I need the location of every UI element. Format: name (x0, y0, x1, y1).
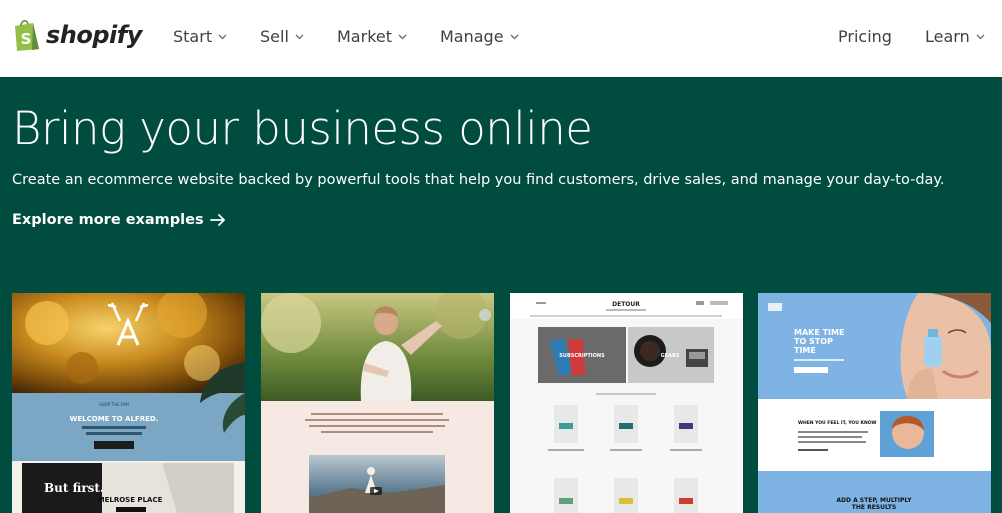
chevron-down-icon (510, 34, 519, 39)
nav-item-start[interactable]: Start (173, 27, 227, 46)
headline-line-1: MAKE TIME (794, 328, 844, 337)
nav-item-sell[interactable]: Sell (260, 27, 304, 46)
nav-item-label: Market (337, 27, 392, 46)
top-nav: S shopify Start Sell Market Manage Prici… (0, 0, 1002, 77)
nav-item-label: Manage (440, 27, 504, 46)
nav-item-label: Sell (260, 27, 289, 46)
shopify-logo[interactable]: S shopify (12, 18, 142, 52)
headline-line-2: TO STOP (794, 337, 833, 346)
example-store-card-alfred[interactable]: SHOP THE FAM WELCOME TO ALFRED. But firs… (12, 293, 245, 513)
explore-label: Explore more examples (12, 212, 204, 228)
melrose-text: MELROSE PLACE (98, 496, 163, 504)
beauty-store-screenshot: MAKE TIME TO STOP TIME WHEN YOU FEEL IT,… (758, 293, 991, 513)
but-first-text: But first. (44, 481, 104, 495)
small-label: SHOP THE FAM (99, 402, 129, 407)
lifestyle-store-screenshot (261, 293, 494, 513)
nav-item-learn[interactable]: Learn (925, 27, 985, 46)
nav-pricing-link[interactable]: Pricing (838, 27, 892, 46)
hero-subtitle: Create an ecommerce website backed by po… (12, 172, 945, 188)
svg-text:S: S (21, 30, 32, 48)
shopping-bag-icon: S (15, 20, 39, 51)
when-title: WHEN YOU FEEL IT, YOU KNOW (798, 420, 877, 426)
alfred-store-screenshot: SHOP THE FAM WELCOME TO ALFRED. But firs… (12, 293, 245, 513)
page-title: Bring your business online (12, 102, 593, 155)
example-store-card-detour[interactable]: DETOUR SUBSCRIPTIONS GEARS (510, 293, 743, 513)
gears-text: GEARS (661, 353, 680, 359)
arrow-right-icon (209, 214, 225, 226)
detour-store-screenshot: DETOUR SUBSCRIPTIONS GEARS (510, 293, 743, 513)
chevron-down-icon (398, 34, 407, 39)
logo-wordmark: shopify (46, 21, 142, 49)
subscriptions-text: SUBSCRIPTIONS (559, 353, 605, 359)
brand-text: DETOUR (612, 301, 640, 308)
nav-item-label: Learn (925, 27, 970, 46)
nav-item-manage[interactable]: Manage (440, 27, 519, 46)
example-store-card-lifestyle[interactable] (261, 293, 494, 513)
nav-item-market[interactable]: Market (337, 27, 407, 46)
example-store-card-beauty[interactable]: MAKE TIME TO STOP TIME WHEN YOU FEEL IT,… (758, 293, 991, 513)
chevron-down-icon (976, 34, 985, 39)
chevron-down-icon (218, 34, 227, 39)
footer-line-2: THE RESULTS (852, 504, 896, 511)
welcome-text: WELCOME TO ALFRED. (70, 415, 159, 423)
explore-examples-link[interactable]: Explore more examples (12, 212, 226, 228)
nav-item-label: Pricing (838, 27, 892, 46)
headline-line-3: TIME (794, 346, 816, 355)
footer-line-1: ADD A STEP, MULTIPLY (836, 497, 912, 504)
nav-item-label: Start (173, 27, 213, 46)
chevron-down-icon (295, 34, 304, 39)
